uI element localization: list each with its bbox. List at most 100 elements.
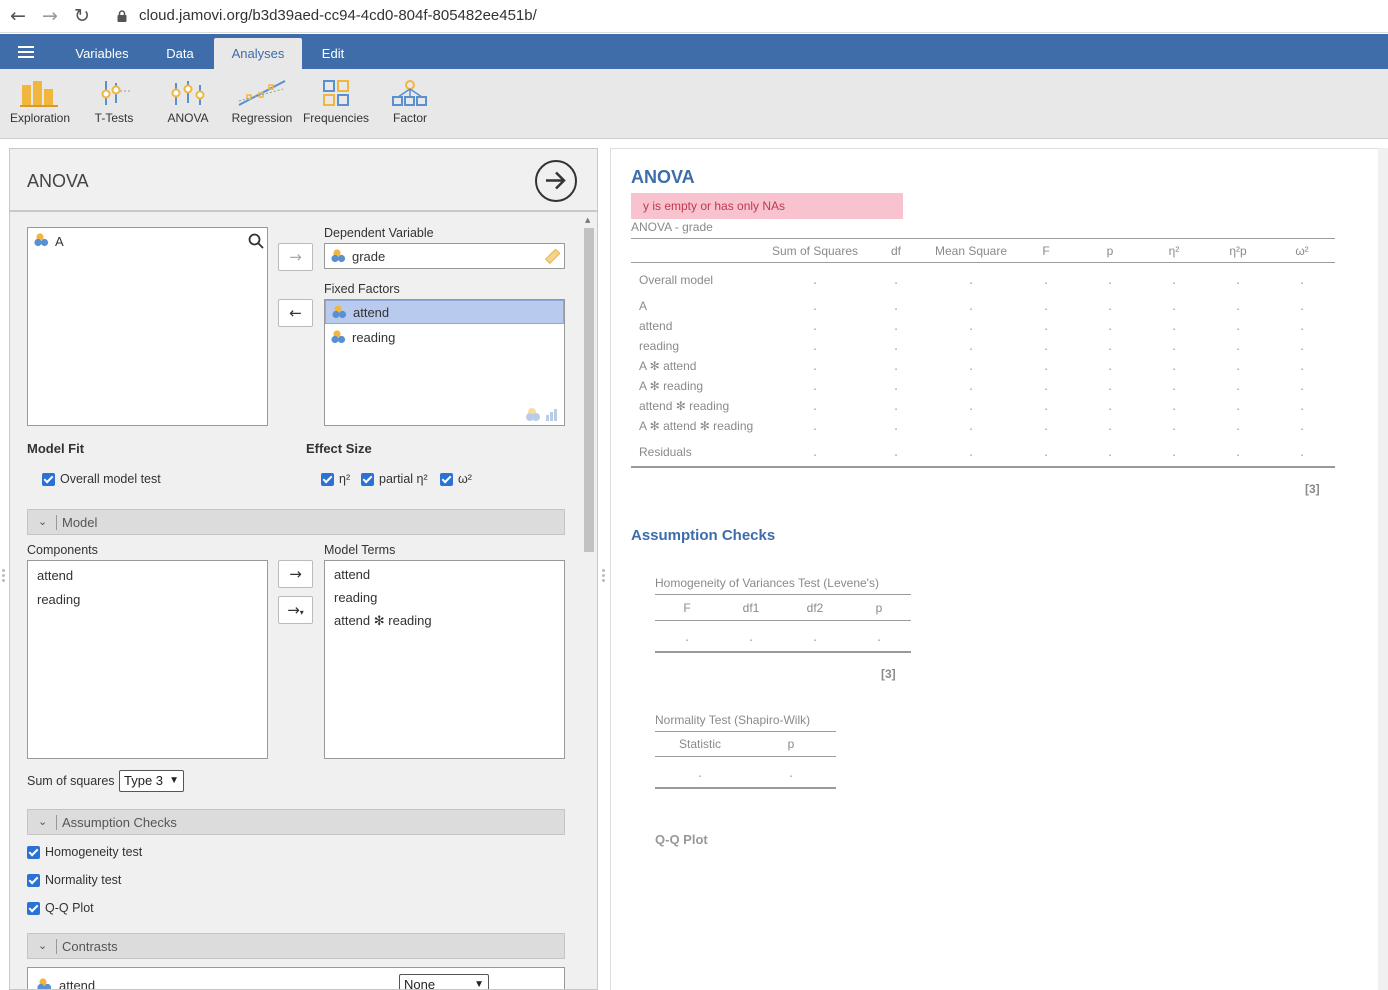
anova-cell: . xyxy=(969,419,973,433)
scroll-up-icon[interactable]: ▲ xyxy=(585,216,590,224)
fixed-factors-list[interactable]: attend reading xyxy=(324,299,565,426)
move-to-dependent-button[interactable]: → xyxy=(278,243,313,271)
hamburger-menu-icon[interactable] xyxy=(18,46,34,58)
normality-header-rule xyxy=(655,756,836,757)
partial-eta-squared-checkbox[interactable] xyxy=(361,473,374,486)
qq-plot-checkbox[interactable] xyxy=(27,902,40,915)
fixed-factor-item[interactable]: reading xyxy=(325,326,564,350)
anova-cell: . xyxy=(1108,359,1112,373)
search-icon[interactable] xyxy=(248,233,264,249)
anova-column-header: df xyxy=(890,244,902,258)
nominal-variable-icon xyxy=(331,330,346,344)
results-scrollbar[interactable] xyxy=(1378,148,1388,990)
arrow-right-circle-icon xyxy=(546,171,566,190)
fixed-factor-item-selected[interactable]: attend xyxy=(325,300,564,324)
sum-of-squares-select[interactable]: Type 3 ▼ xyxy=(119,770,184,792)
browser-bar: ← → ↻ cloud.jamovi.org/b3d39aed-cc94-4cd… xyxy=(0,0,1388,33)
regression-button[interactable]: Regression xyxy=(228,79,296,125)
tab-analyses[interactable]: Analyses xyxy=(214,38,302,69)
component-item[interactable]: attend xyxy=(37,568,73,583)
nominal-variable-icon xyxy=(332,305,347,319)
anova-cell: . xyxy=(1236,445,1240,459)
available-variables-list[interactable]: A xyxy=(27,227,268,426)
chevron-down-icon: ⌄ xyxy=(38,515,48,528)
dependent-variable-box[interactable]: grade xyxy=(324,243,565,269)
add-interaction-dropdown-button[interactable]: →▾ xyxy=(278,596,313,624)
address-bar[interactable]: cloud.jamovi.org/b3d39aed-cc94-4cd0-804f… xyxy=(139,6,537,26)
anova-cell: . xyxy=(1044,273,1048,287)
omega-squared-checkbox[interactable] xyxy=(440,473,453,486)
anova-table-title: ANOVA - grade xyxy=(631,220,713,234)
anova-cell: . xyxy=(894,339,898,353)
factor-icon xyxy=(392,80,427,106)
dependent-variable-name[interactable]: grade xyxy=(352,249,385,264)
panel-resize-handle[interactable] xyxy=(602,569,605,583)
left-resize-handle[interactable] xyxy=(2,569,5,583)
anova-cell: . xyxy=(1236,299,1240,313)
model-term-item[interactable]: attend xyxy=(334,567,370,582)
levene-column-header: F xyxy=(683,601,691,615)
normality-test-checkbox[interactable] xyxy=(27,874,40,887)
t-tests-button[interactable]: T-Tests xyxy=(86,79,142,125)
add-term-button[interactable]: → xyxy=(278,560,313,588)
factor-button[interactable]: Factor xyxy=(382,79,438,125)
error-banner: y is empty or has only NAs xyxy=(631,193,903,219)
anova-cell: . xyxy=(1172,299,1176,313)
component-item[interactable]: reading xyxy=(37,592,80,607)
tab-data[interactable]: Data xyxy=(150,34,210,69)
assumption-checks-section-header[interactable]: ⌄ Assumption Checks xyxy=(27,809,565,835)
levene-column-header: p xyxy=(875,601,883,615)
variable-a[interactable]: A xyxy=(55,234,64,249)
model-term-item[interactable]: reading xyxy=(334,590,377,605)
tab-edit[interactable]: Edit xyxy=(308,34,358,69)
anova-row-label: Overall model xyxy=(639,273,714,287)
components-list[interactable]: attend reading xyxy=(27,560,268,759)
chevron-down-icon: ⌄ xyxy=(38,815,48,828)
normality-column-header: p xyxy=(787,737,795,751)
anova-cell: . xyxy=(969,319,973,333)
model-terms-list[interactable]: attend reading attend ✻ reading xyxy=(324,560,565,759)
anova-cell: . xyxy=(1236,399,1240,413)
options-scrollbar[interactable]: ▲ xyxy=(582,214,596,989)
anova-cell: . xyxy=(894,419,898,433)
anova-button[interactable]: ANOVA xyxy=(160,79,216,125)
anova-cell: . xyxy=(813,445,817,459)
reload-icon[interactable]: ↻ xyxy=(72,6,92,26)
back-arrow-icon[interactable]: ← xyxy=(8,6,28,26)
anova-cell: . xyxy=(1108,445,1112,459)
levene-cell: . xyxy=(685,630,689,644)
anova-cell: . xyxy=(1300,359,1304,373)
contrasts-list: attend None ▼ xyxy=(27,967,565,989)
anova-column-header: p xyxy=(1106,244,1114,258)
regression-icon xyxy=(238,80,286,106)
levene-column-header: df2 xyxy=(806,601,824,615)
anova-column-header: η²p xyxy=(1229,244,1247,258)
anova-cell: . xyxy=(1300,319,1304,333)
contrasts-section-header[interactable]: ⌄ Contrasts xyxy=(27,933,565,959)
model-section-header[interactable]: ⌄ Model xyxy=(27,509,565,535)
exploration-button[interactable]: Exploration xyxy=(6,79,74,125)
anova-row-label: A ✻ attend xyxy=(639,359,697,373)
anova-cell: . xyxy=(1300,379,1304,393)
eta-squared-checkbox[interactable] xyxy=(321,473,334,486)
homogeneity-test-checkbox[interactable] xyxy=(27,846,40,859)
forward-arrow-icon[interactable]: → xyxy=(40,6,60,26)
ruler-icon xyxy=(544,249,560,265)
contrast-type-select[interactable]: None ▼ xyxy=(399,974,489,989)
scrollbar-thumb[interactable] xyxy=(584,228,594,552)
anova-cell: . xyxy=(1044,299,1048,313)
frequencies-button[interactable]: Frequencies xyxy=(302,79,370,125)
anova-cell: . xyxy=(1044,379,1048,393)
run-button[interactable] xyxy=(535,160,577,202)
move-from-factors-button[interactable]: ← xyxy=(278,299,313,327)
anova-cell: . xyxy=(1300,273,1304,287)
normality-cell: . xyxy=(698,766,702,780)
levene-cell: . xyxy=(877,630,881,644)
anova-cell: . xyxy=(813,419,817,433)
overall-model-test-checkbox[interactable] xyxy=(42,473,55,486)
model-term-item[interactable]: attend ✻ reading xyxy=(334,613,432,629)
anova-row-label: A ✻ reading xyxy=(639,379,704,393)
tab-variables[interactable]: Variables xyxy=(66,34,138,69)
levene-top-rule xyxy=(655,594,911,595)
table-top-rule xyxy=(631,238,1335,239)
